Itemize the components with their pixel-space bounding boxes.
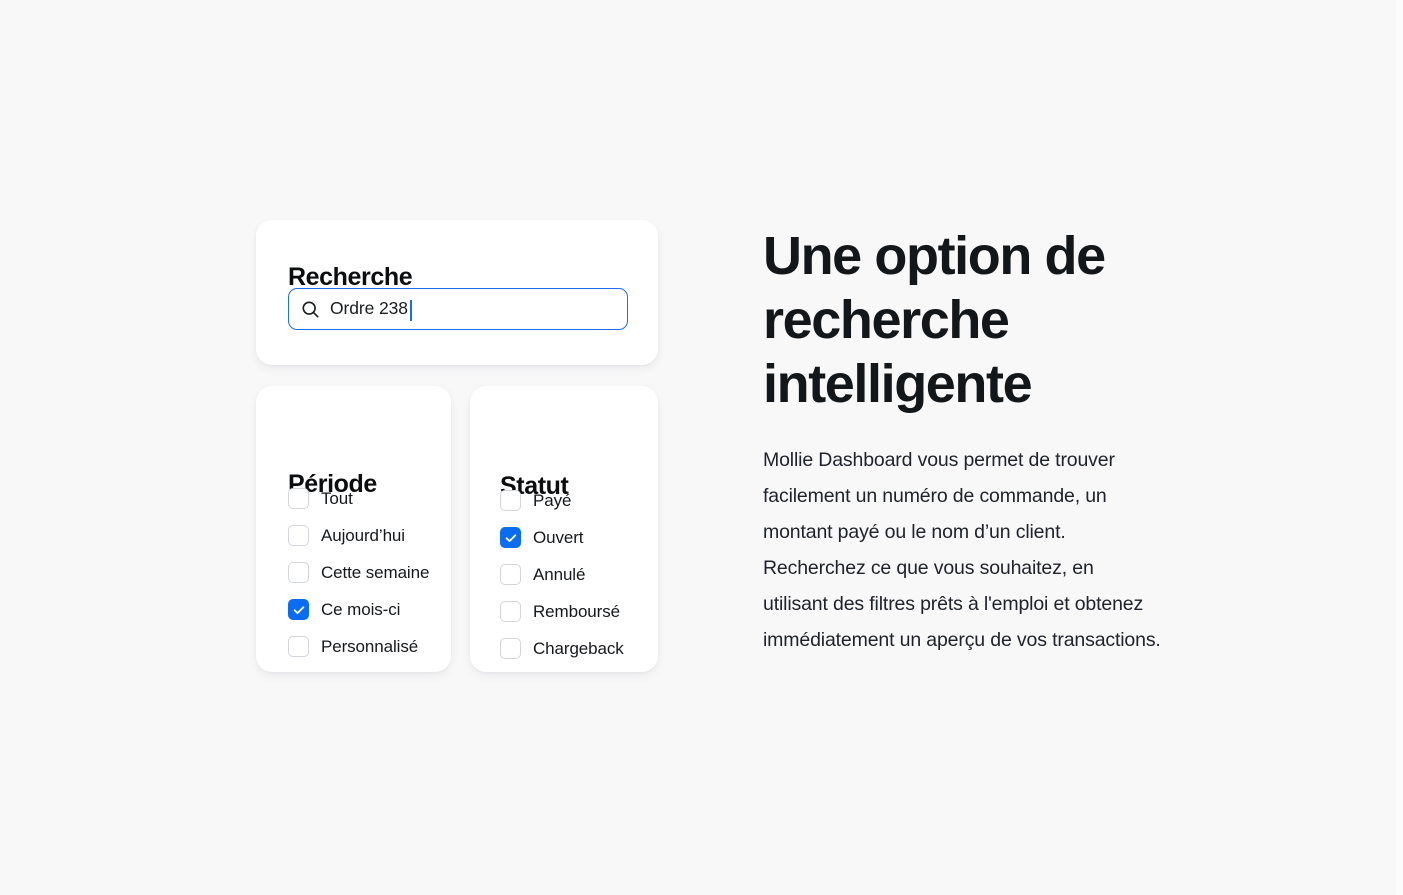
status-option-chargeback[interactable]: Chargeback — [500, 637, 688, 660]
status-option-label: Ouvert — [533, 527, 584, 547]
status-option-annule[interactable]: Annulé — [500, 563, 688, 586]
page-title: Une option de recherche intelligente — [763, 226, 1106, 414]
period-option-tout[interactable]: Tout — [288, 487, 483, 510]
text-caret — [409, 299, 412, 321]
status-option-list: Payé Ouvert Annulé Remboursé Chargeback — [500, 489, 688, 660]
period-option-label: Aujourd’hui — [321, 525, 405, 545]
checkbox-unchecked[interactable] — [500, 638, 521, 659]
checkbox-unchecked[interactable] — [288, 562, 309, 583]
status-option-label: Chargeback — [533, 638, 624, 658]
page-description: Mollie Dashboard vous permet de trouver … — [763, 449, 1161, 651]
page-stage: Recherche Ordre 238 Période Tout Aujourd… — [0, 0, 1396, 895]
status-option-label: Annulé — [533, 564, 586, 584]
checkbox-checked[interactable] — [288, 599, 309, 620]
checkbox-unchecked[interactable] — [288, 525, 309, 546]
period-option-list: Tout Aujourd’hui Cette semaine Ce mois-c… — [288, 487, 483, 658]
search-card: Recherche Ordre 238 — [256, 220, 658, 365]
search-input-value: Ordre 238 — [330, 298, 408, 319]
status-option-label: Payé — [533, 490, 572, 510]
period-option-label: Personnalisé — [321, 636, 419, 656]
period-filter-card: Période Tout Aujourd’hui Cette semaine C… — [256, 386, 451, 672]
status-option-paye[interactable]: Payé — [500, 489, 688, 512]
search-icon — [301, 300, 330, 319]
period-option-aujourdhui[interactable]: Aujourd’hui — [288, 524, 483, 547]
period-option-label: Ce mois-ci — [321, 599, 401, 619]
status-option-label: Remboursé — [533, 601, 620, 621]
period-option-cette-semaine[interactable]: Cette semaine — [288, 561, 483, 584]
period-option-ce-mois-ci[interactable]: Ce mois-ci — [288, 598, 483, 621]
marketing-copy: Une option de recherche intelligente Mol… — [763, 224, 1183, 658]
period-option-label: Tout — [321, 488, 353, 508]
status-filter-card: Statut Payé Ouvert Annulé Remboursé Char… — [470, 386, 658, 672]
checkbox-unchecked[interactable] — [288, 488, 309, 509]
checkbox-unchecked[interactable] — [500, 564, 521, 585]
period-option-personnalise[interactable]: Personnalisé — [288, 635, 483, 658]
checkbox-unchecked[interactable] — [500, 490, 521, 511]
checkbox-unchecked[interactable] — [288, 636, 309, 657]
checkbox-unchecked[interactable] — [500, 601, 521, 622]
checkbox-checked[interactable] — [500, 527, 521, 548]
right-edge-strip — [1396, 0, 1403, 895]
status-option-ouvert[interactable]: Ouvert — [500, 526, 688, 549]
status-option-rembourse[interactable]: Remboursé — [500, 600, 688, 623]
search-input[interactable]: Ordre 238 — [288, 288, 628, 330]
period-option-label: Cette semaine — [321, 562, 430, 582]
